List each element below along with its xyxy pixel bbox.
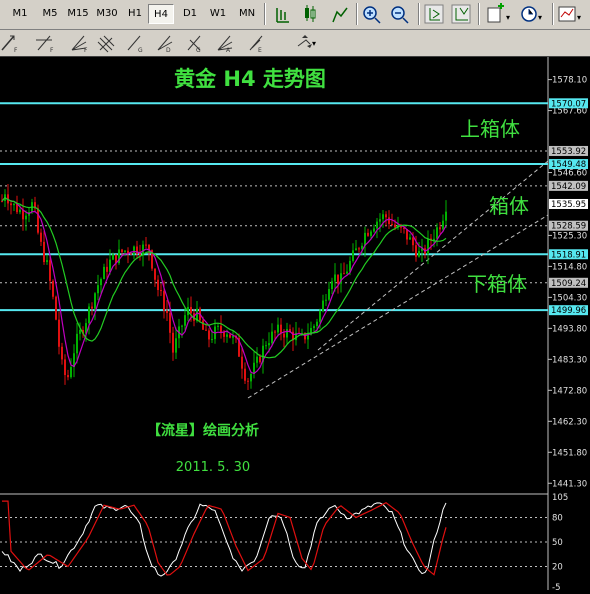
candle [55, 295, 57, 321]
price-tick-label: 1493.80 [552, 324, 587, 334]
price-marker-label: 1528.59 [551, 222, 586, 232]
price-marker-label: 1553.92 [551, 147, 586, 157]
price-tick-label: 1525.30 [552, 231, 587, 241]
upper-box-label: 上箱体 [460, 117, 520, 141]
svg-text:▾: ▾ [577, 13, 581, 22]
chart-shift-icon[interactable] [451, 4, 471, 24]
cycle-lines-icon[interactable]: E [249, 35, 263, 54]
svg-text:▾: ▾ [506, 13, 510, 22]
svg-text:G: G [196, 47, 201, 54]
svg-text:F: F [14, 47, 18, 54]
zoom-in-icon[interactable] [363, 6, 381, 24]
price-tick-label: 1504.30 [552, 293, 587, 303]
svg-text:▾: ▾ [538, 13, 542, 22]
svg-text:▾: ▾ [312, 39, 316, 48]
price-marker-label: 1509.24 [551, 279, 586, 289]
price-tick-label: 1483.30 [552, 355, 587, 365]
arrow-up-tool-icon[interactable]: F [1, 35, 18, 54]
svg-text:G: G [138, 47, 143, 54]
drawing-toolbar: F F F G D G A E ▾ [0, 30, 590, 57]
oscillator-tick-label: -5 [552, 583, 560, 590]
svg-text:D: D [166, 47, 171, 54]
price-tick-label: 1514.80 [552, 262, 587, 272]
indicators-icon[interactable]: ▾ [487, 3, 510, 23]
price-tick-label: 1472.80 [552, 386, 587, 396]
oscillator-tick-label: 20 [552, 563, 563, 573]
drawing-tools: F F F G D G A E ▾ [1, 35, 316, 54]
author-label: 【流星】绘画分析 [147, 422, 259, 439]
grid-tool-icon[interactable] [97, 35, 115, 53]
line-chart-icon[interactable] [332, 7, 348, 23]
box-label: 箱体 [489, 194, 529, 218]
price-marker-label: 1535.95 [551, 200, 586, 210]
arrows-tool-icon[interactable]: ▾ [297, 35, 316, 48]
price-marker-label: 1542.09 [551, 182, 586, 192]
gann-fan-icon[interactable]: D [157, 35, 173, 54]
oscillator-tick-label: 105 [552, 493, 568, 503]
price-marker-label: 1499.96 [551, 306, 586, 316]
gann-grid-icon[interactable]: G [187, 35, 201, 54]
oscillator-tick-label: 80 [552, 513, 563, 523]
svg-text:E: E [258, 47, 262, 54]
candle [52, 279, 54, 300]
zoom-out-icon[interactable] [391, 6, 409, 24]
price-tick-label: 1578.10 [552, 76, 587, 86]
chart-title: 黄金 H4 走势图 [174, 67, 326, 91]
templates-icon[interactable]: ▾ [558, 6, 581, 22]
price-chart[interactable]: 1578.10 1567.60 1546.60 1525.30 1514.80 1504.… [0, 57, 590, 593]
oscillator-tick-label: 50 [552, 538, 563, 548]
price-tick-label: 1441.30 [552, 479, 587, 489]
svg-text:F: F [50, 47, 54, 54]
fibo-retracement-icon[interactable]: F [36, 35, 54, 54]
periods-clock-icon[interactable]: ▾ [521, 6, 542, 22]
price-marker-label: 1549.48 [551, 160, 586, 170]
lower-box-label: 下箱体 [467, 272, 527, 296]
auto-scroll-icon[interactable] [424, 4, 444, 24]
price-marker-label: 1570.07 [551, 99, 586, 109]
fibo-fan-icon[interactable]: F [71, 35, 88, 54]
price-tick-label: 1451.80 [552, 448, 587, 458]
timeframe-toolbar: M1 M5 M15 M30 H1 H4 D1 W1 MN ▾ ▾ ▾ [0, 0, 590, 30]
gann-line-icon[interactable]: G [127, 35, 143, 54]
price-tick-label: 1462.30 [552, 417, 587, 427]
date-label: 2011. 5. 30 [176, 460, 250, 475]
candlestick-chart-icon[interactable] [305, 5, 316, 22]
toolbar-icons: ▾ ▾ ▾ [276, 3, 581, 24]
andrews-pitchfork-icon[interactable]: A [217, 35, 233, 54]
svg-text:F: F [84, 47, 88, 54]
bar-chart-icon[interactable] [276, 8, 289, 23]
price-marker-label: 1518.91 [551, 250, 586, 260]
